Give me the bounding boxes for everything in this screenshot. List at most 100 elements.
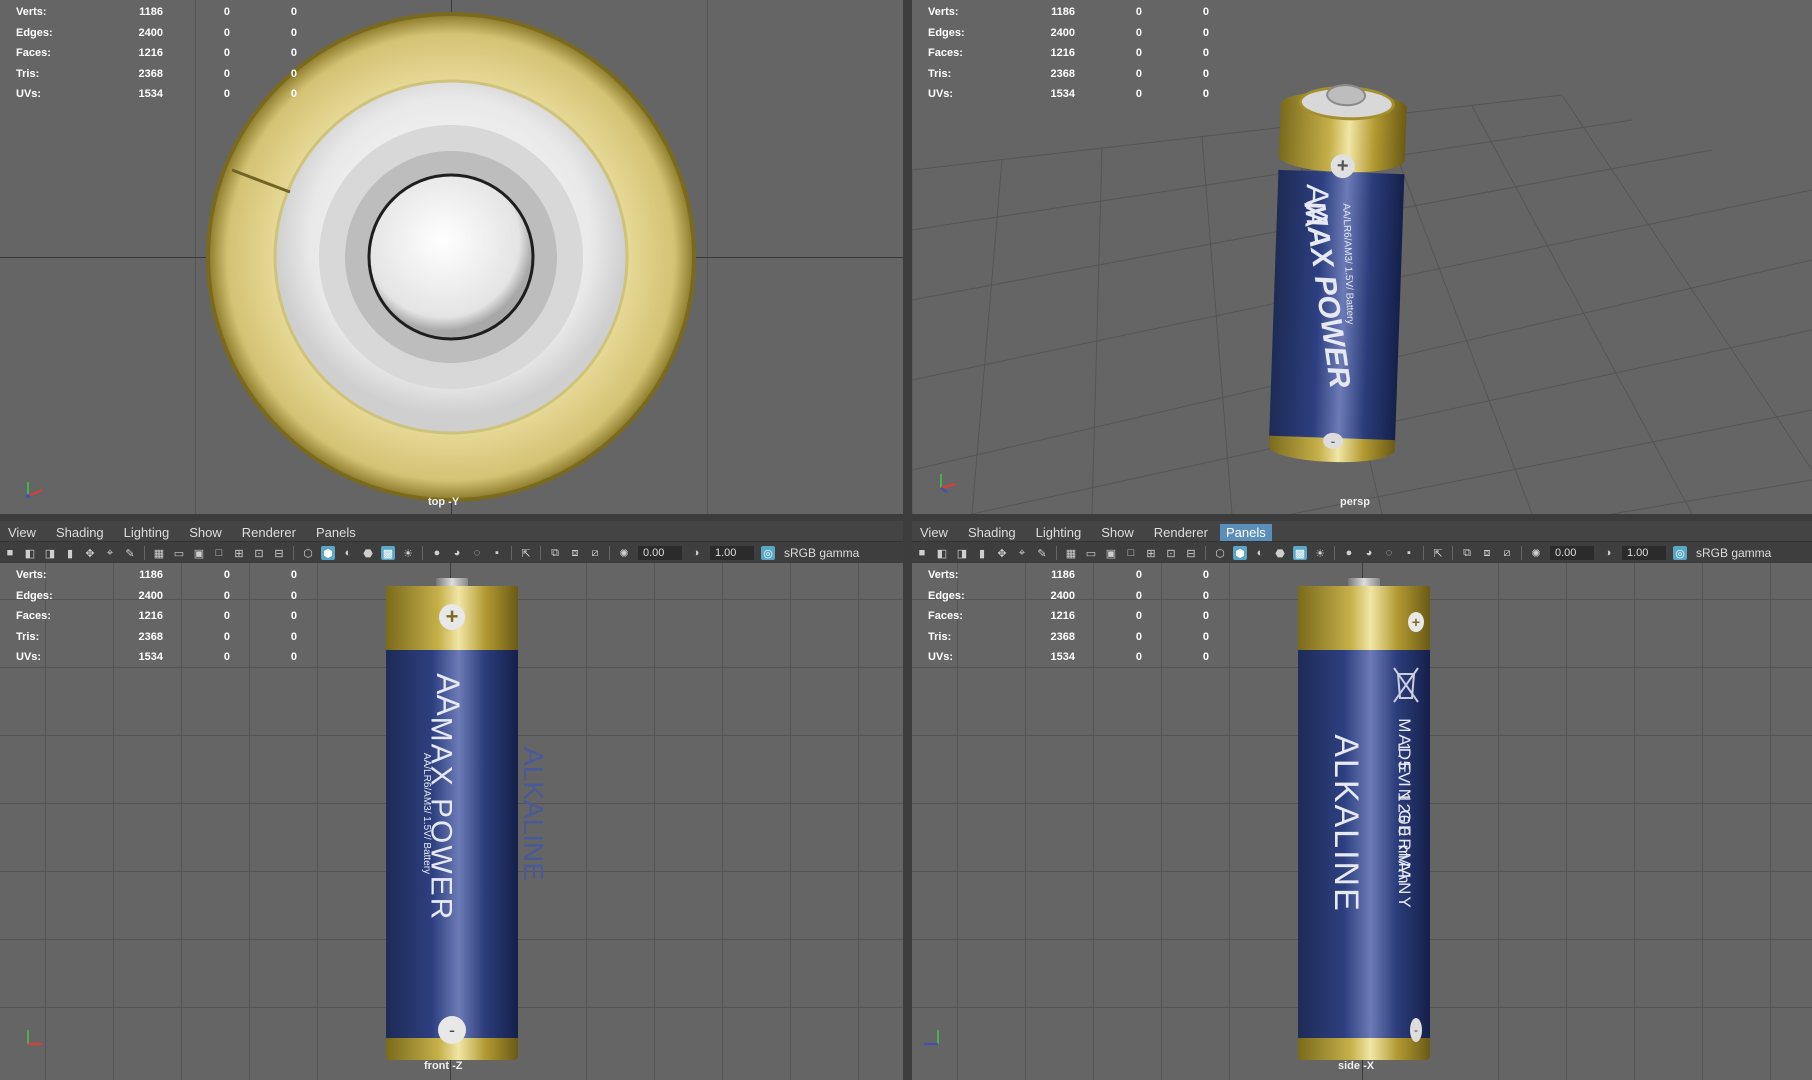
menu-lighting[interactable]: Lighting [116, 525, 182, 540]
battery-front: + AA MAX POWER AA/LR6/AM3/ 1.5V/ Battery… [386, 578, 549, 1060]
xray-icon[interactable]: ⧉ [1460, 546, 1474, 560]
minus-icon: - [1410, 1018, 1422, 1042]
menu-view[interactable]: View [912, 525, 960, 540]
xray-joints-icon[interactable]: ⧈ [568, 546, 582, 560]
gamma-field[interactable]: 1.00 [1622, 546, 1666, 560]
default-lighting-icon[interactable]: ◐ [341, 546, 355, 560]
image-plane-icon[interactable]: ▮ [63, 546, 77, 560]
menu-renderer[interactable]: Renderer [1146, 525, 1220, 540]
viewport-persp[interactable]: + AA MAX POWER AA/LR6/AM3/ 1.5V/ Battery… [912, 0, 1812, 514]
pencil-icon[interactable]: ✎ [1035, 546, 1049, 560]
stats-hud: Verts: 1186 0 0 Edges: 2400 0 0 Faces: 1216 0 0 T… [928, 6, 1209, 101]
bookmark-icon[interactable]: ◨ [43, 546, 57, 560]
backface-icon[interactable]: ⧄ [588, 546, 602, 560]
axis-gizmo-icon [924, 1030, 939, 1045]
menu-shading[interactable]: Shading [960, 525, 1028, 540]
film-gate-icon[interactable]: ▭ [1084, 546, 1098, 560]
textured-icon[interactable]: ▩ [1293, 546, 1307, 560]
ambient-occlusion-icon[interactable]: ◕ [1362, 546, 1376, 560]
axis-gizmo-icon [27, 1030, 42, 1045]
exposure-icon: ✺ [1531, 547, 1541, 560]
pan-icon[interactable]: ✥ [995, 546, 1009, 560]
anti-alias-icon[interactable]: ▪ [490, 546, 504, 560]
safe-action-icon[interactable]: ⊡ [252, 546, 266, 560]
use-lights-icon[interactable]: ☀ [401, 546, 415, 560]
menu-lighting[interactable]: Lighting [1028, 525, 1094, 540]
smooth-shade-icon[interactable]: ⬢ [1233, 546, 1247, 560]
viewport-side[interactable]: + ALKALINE MADE IN GERMANY 1.5V 1200 mAh… [912, 563, 1812, 1080]
menu-shading[interactable]: Shading [48, 525, 116, 540]
film-gate-icon[interactable]: ▭ [172, 546, 186, 560]
grid-icon[interactable]: ▦ [152, 546, 166, 560]
pan-icon[interactable]: ✥ [83, 546, 97, 560]
smooth-shade-icon[interactable]: ⬢ [321, 546, 335, 560]
battery-rating-label: 1.5V 1200 mAh [1394, 742, 1414, 886]
xray-joints-icon[interactable]: ⧈ [1480, 546, 1494, 560]
camera-label-top: top -Y [428, 496, 460, 508]
menu-renderer[interactable]: Renderer [234, 525, 308, 540]
menu-panels-active[interactable]: Panels [1219, 523, 1272, 541]
xray-icon[interactable]: ⧉ [548, 546, 562, 560]
safe-title-icon[interactable]: ⊟ [1184, 546, 1198, 560]
gate-mask-icon[interactable]: □ [1124, 546, 1138, 560]
wireframe-on-shaded-icon[interactable]: ⬣ [361, 546, 375, 560]
field-chart-icon[interactable]: ⊞ [232, 546, 246, 560]
backface-icon[interactable]: ⧄ [1500, 546, 1514, 560]
color-space-select[interactable]: sRGB gamma [784, 546, 859, 560]
zoom-icon[interactable]: ⌖ [103, 546, 117, 560]
shadows-icon[interactable]: ● [430, 546, 444, 560]
camera-attributes-icon[interactable]: ◧ [935, 546, 949, 560]
wireframe-on-shaded-icon[interactable]: ⬣ [1273, 546, 1287, 560]
gate-mask-icon[interactable]: □ [212, 546, 226, 560]
axis-gizmo-icon [940, 474, 956, 493]
battery-spec-label: AA/LR6/AM3/ 1.5V/ Battery [421, 752, 433, 875]
motion-blur-icon[interactable]: ◌ [1382, 546, 1396, 560]
camera-icon[interactable]: ■ [915, 546, 929, 560]
isolate-select-icon[interactable]: ⇱ [1431, 546, 1445, 560]
panel-toolbar-front: ■ ◧ ◨ ▮ ✥ ⌖ ✎ ▦ ▭ ▣ □ ⊞ ⊡ ⊟ ⬡ ⬢ ◐ ⬣ ▩ ☀ … [0, 541, 903, 564]
safe-title-icon[interactable]: ⊟ [272, 546, 286, 560]
panel-toolbar-side: ■ ◧ ◨ ▮ ✥ ⌖ ✎ ▦ ▭ ▣ □ ⊞ ⊡ ⊟ ⬡ ⬢ ◐ ⬣ ▩ ☀ … [912, 541, 1812, 564]
pencil-icon[interactable]: ✎ [123, 546, 137, 560]
field-chart-icon[interactable]: ⊞ [1144, 546, 1158, 560]
camera-icon[interactable]: ■ [3, 546, 17, 560]
color-space-select[interactable]: sRGB gamma [1696, 546, 1771, 560]
color-management-icon[interactable]: ◎ [1673, 546, 1687, 560]
menu-show[interactable]: Show [1093, 525, 1146, 540]
motion-blur-icon[interactable]: ◌ [470, 546, 484, 560]
safe-action-icon[interactable]: ⊡ [1164, 546, 1178, 560]
gamma-field[interactable]: 1.00 [710, 546, 754, 560]
camera-attributes-icon[interactable]: ◧ [23, 546, 37, 560]
exposure-field[interactable]: 0.00 [1550, 546, 1594, 560]
menu-panels[interactable]: Panels [308, 525, 368, 540]
ambient-occlusion-icon[interactable]: ◕ [450, 546, 464, 560]
use-lights-icon[interactable]: ☀ [1313, 546, 1327, 560]
viewport-top[interactable]: Verts: 1186 0 0 Edges: 2400 0 0 Faces: 1216 0 0 T… [0, 0, 903, 514]
image-plane-icon[interactable]: ▮ [975, 546, 989, 560]
camera-label-side: side -X [1338, 1060, 1375, 1072]
textured-icon[interactable]: ▩ [381, 546, 395, 560]
resolution-gate-icon[interactable]: ▣ [192, 546, 206, 560]
anti-alias-icon[interactable]: ▪ [1402, 546, 1416, 560]
gamma-icon: ◑ [692, 547, 700, 559]
panel-menubar-side: View Shading Lighting Show Renderer Pane… [912, 521, 1812, 543]
bookmark-icon[interactable]: ◨ [955, 546, 969, 560]
wireframe-icon[interactable]: ⬡ [301, 546, 315, 560]
grid-icon[interactable]: ▦ [1064, 546, 1078, 560]
panel-menubar-front: View Shading Lighting Show Renderer Pane… [0, 521, 903, 543]
resolution-gate-icon[interactable]: ▣ [1104, 546, 1118, 560]
battery-persp: + AA MAX POWER AA/LR6/AM3/ 1.5V/ Battery… [1268, 76, 1408, 465]
exposure-field[interactable]: 0.00 [638, 546, 682, 560]
plus-icon: + [1408, 612, 1424, 632]
shadows-icon[interactable]: ● [1342, 546, 1356, 560]
menu-show[interactable]: Show [181, 525, 234, 540]
plus-icon: + [439, 604, 465, 630]
zoom-icon[interactable]: ⌖ [1015, 546, 1029, 560]
isolate-select-icon[interactable]: ⇱ [519, 546, 533, 560]
color-management-icon[interactable]: ◎ [761, 546, 775, 560]
wireframe-icon[interactable]: ⬡ [1213, 546, 1227, 560]
default-lighting-icon[interactable]: ◐ [1253, 546, 1267, 560]
viewport-front[interactable]: + AA MAX POWER AA/LR6/AM3/ 1.5V/ Battery… [0, 563, 903, 1080]
minus-icon: - [438, 1016, 466, 1044]
menu-view[interactable]: View [0, 525, 48, 540]
